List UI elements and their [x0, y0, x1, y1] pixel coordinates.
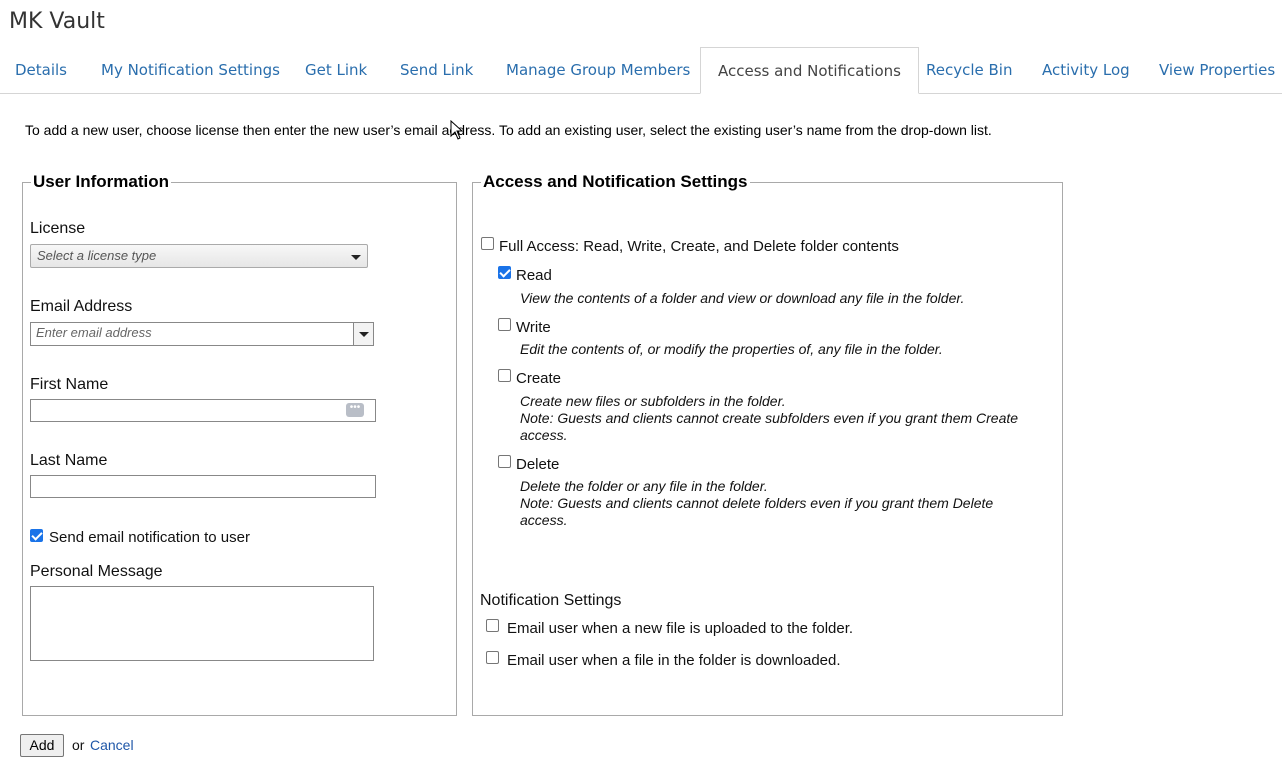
write-description: Edit the contents of, or modify the prop…: [520, 341, 1040, 358]
tab-get-link[interactable]: Get Link: [305, 47, 367, 93]
notify-download-label: Email user when a file in the folder is …: [507, 652, 841, 669]
delete-description: Delete the folder or any file in the fol…: [520, 478, 1040, 529]
send-notification-checkbox[interactable]: [30, 529, 43, 542]
read-checkbox[interactable]: [498, 266, 511, 279]
read-description-line: View the contents of a folder and view o…: [520, 290, 965, 306]
create-description: Create new files or subfolders in the fo…: [520, 393, 1040, 444]
notify-download-checkbox[interactable]: [486, 651, 499, 664]
create-checkbox[interactable]: [498, 369, 511, 382]
tab-access-and-notifications[interactable]: Access and Notifications: [700, 47, 919, 94]
full-access-checkbox[interactable]: [481, 237, 494, 250]
full-access-label: Full Access: Read, Write, Create, and De…: [499, 238, 899, 255]
last-name-label: Last Name: [30, 452, 108, 469]
license-select[interactable]: Select a license type: [30, 244, 368, 268]
license-label: License: [30, 220, 86, 237]
tab-activity-log[interactable]: Activity Log: [1042, 47, 1130, 93]
delete-description-note: Note: Guests and clients cannot delete f…: [520, 495, 994, 528]
tab-manage-group-members[interactable]: Manage Group Members: [506, 47, 690, 93]
write-label: Write: [516, 319, 551, 336]
tab-bar: Details My Notification Settings Get Lin…: [0, 47, 1282, 94]
license-placeholder: Select a license type: [37, 248, 157, 263]
first-name-input[interactable]: [30, 399, 376, 422]
tab-send-link[interactable]: Send Link: [400, 47, 473, 93]
email-label: Email Address: [30, 298, 133, 315]
add-button[interactable]: Add: [20, 734, 64, 757]
personal-message-textarea[interactable]: [30, 586, 374, 661]
create-label: Create: [516, 370, 562, 387]
read-description: View the contents of a folder and view o…: [520, 290, 1040, 307]
write-checkbox[interactable]: [498, 318, 511, 331]
email-dropdown-button[interactable]: [353, 323, 373, 345]
app-title: MK Vault: [9, 9, 105, 34]
tab-recycle-bin[interactable]: Recycle Bin: [926, 47, 1012, 93]
intro-text: To add a new user, choose license then e…: [25, 122, 992, 138]
last-name-input[interactable]: [30, 475, 376, 498]
notify-upload-checkbox[interactable]: [486, 619, 499, 632]
delete-label: Delete: [516, 456, 560, 473]
more-options-icon[interactable]: •••: [346, 403, 364, 417]
chevron-down-icon: [351, 255, 361, 260]
email-placeholder: Enter email address: [36, 325, 152, 340]
cancel-link[interactable]: Cancel: [90, 737, 134, 753]
delete-checkbox[interactable]: [498, 455, 511, 468]
delete-description-line: Delete the folder or any file in the fol…: [520, 478, 768, 494]
send-notification-label: Send email notification to user: [49, 529, 250, 546]
mouse-cursor-icon: [450, 120, 464, 140]
user-information-panel: User Information License Select a licens…: [22, 172, 457, 716]
first-name-label: First Name: [30, 376, 109, 393]
create-description-note: Note: Guests and clients cannot create s…: [520, 410, 1019, 443]
chevron-down-icon: [359, 332, 369, 337]
or-text: or: [72, 737, 85, 753]
email-combobox[interactable]: Enter email address: [30, 322, 374, 346]
notify-upload-label: Email user when a new file is uploaded t…: [507, 620, 854, 637]
tab-my-notification-settings[interactable]: My Notification Settings: [101, 47, 280, 93]
personal-message-label: Personal Message: [30, 563, 163, 580]
write-description-line: Edit the contents of, or modify the prop…: [520, 341, 943, 357]
access-settings-legend: Access and Notification Settings: [483, 172, 748, 191]
create-description-line: Create new files or subfolders in the fo…: [520, 393, 786, 409]
access-settings-panel: Access and Notification Settings Full Ac…: [472, 172, 1063, 716]
tab-details[interactable]: Details: [15, 47, 67, 93]
notification-settings-heading: Notification Settings: [480, 592, 622, 609]
read-label: Read: [516, 267, 552, 284]
user-information-legend: User Information: [33, 172, 170, 191]
tab-view-properties[interactable]: View Properties: [1159, 47, 1275, 93]
